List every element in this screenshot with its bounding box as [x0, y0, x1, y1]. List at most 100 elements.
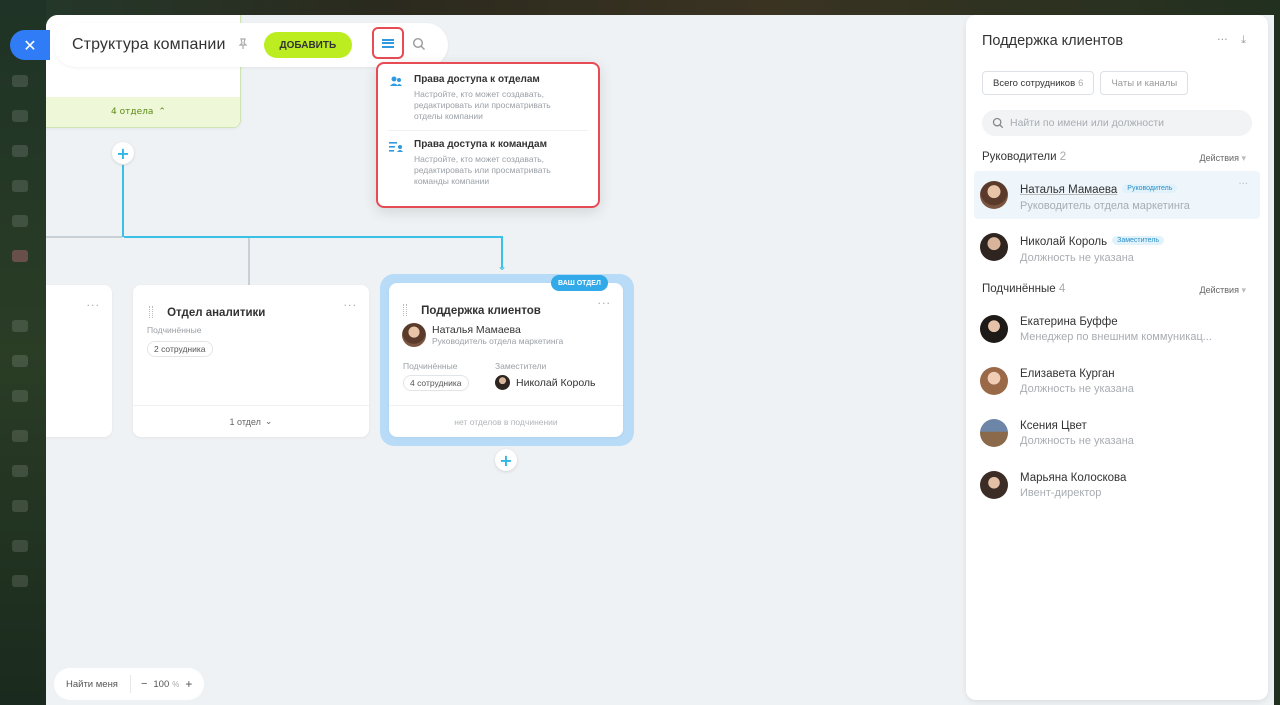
more-icon[interactable]: ···	[87, 299, 101, 312]
zoom-out-button[interactable]: −	[141, 678, 147, 690]
hamburger-icon	[382, 37, 394, 49]
more-icon[interactable]: ···	[1238, 179, 1248, 190]
sidebar-icon[interactable]	[12, 215, 28, 227]
card-footer[interactable]: 1 отдел ⌄	[133, 405, 369, 437]
department-title: Поддержка клиентов	[421, 305, 541, 317]
connector-line	[124, 236, 501, 238]
department-card-support[interactable]: Поддержка клиентов ··· Наталья Мамаева Р…	[389, 283, 623, 437]
employee-search-input[interactable]: Найти по имени или должности	[982, 110, 1252, 136]
list-item[interactable]: Екатерина Буффе Менеджер по внешним комм…	[974, 305, 1260, 353]
drag-handle-icon[interactable]	[149, 305, 153, 318]
list-item[interactable]: Ксения Цвет Должность не указана	[974, 409, 1260, 457]
actions-label: Действия	[1199, 153, 1239, 163]
bottom-controls: Найти меня − 100 % +	[54, 668, 204, 700]
card-footer: нет отделов в подчинении	[389, 405, 623, 437]
sidebar-icon[interactable]	[12, 110, 28, 122]
tab-chats[interactable]: Чаты и каналы	[1100, 71, 1189, 95]
sidebar-icon[interactable]	[12, 430, 28, 442]
sidebar-icon[interactable]	[12, 500, 28, 512]
search-placeholder: Найти по имени или должности	[1010, 117, 1165, 129]
person-name[interactable]: Ксения Цвет	[1020, 420, 1235, 432]
more-icon[interactable]: ···	[344, 299, 358, 312]
subordinates-count[interactable]: 2 сотрудника	[147, 341, 213, 357]
connector-line	[248, 238, 250, 285]
deputy[interactable]: Николай Король	[495, 375, 596, 390]
tab-employees[interactable]: Всего сотрудников 6	[982, 71, 1095, 95]
list-item[interactable]: Наталья Мамаева Руководитель Руководитель…	[974, 171, 1260, 219]
list-item[interactable]: Елизавета Курган Должность не указана	[974, 357, 1260, 405]
find-me-button[interactable]: Найти меня	[54, 675, 131, 693]
arrow-down-icon: ⌄	[496, 259, 508, 273]
department-card-analytics[interactable]: Отдел аналитики ··· Подчинённые 2 сотруд…	[133, 285, 369, 437]
chevron-up-icon: ⌃	[158, 107, 166, 117]
search-icon[interactable]	[412, 37, 426, 51]
managers-actions-dropdown[interactable]: Действия ▾	[1200, 153, 1246, 164]
connector-line	[46, 236, 122, 238]
add-department-button[interactable]: +	[112, 142, 134, 164]
subordinates-count[interactable]: 4 сотрудника	[403, 375, 469, 391]
department-card-partial[interactable]: ···	[46, 285, 112, 437]
menu-item-title: Права доступа к отделам	[414, 74, 540, 85]
actions-label: Действия	[1199, 285, 1239, 295]
person-name[interactable]: Марьяна Колоскова	[1020, 472, 1235, 484]
menu-button[interactable]	[372, 27, 404, 59]
chevron-down-icon: ⌄	[264, 416, 273, 426]
department-head[interactable]: Наталья Мамаева Руководитель отдела марк…	[402, 323, 563, 347]
page-title: Структура компании	[72, 36, 226, 53]
sidebar-icon[interactable]	[12, 250, 28, 262]
list-item[interactable]: Николай Король Заместитель Должность не у…	[974, 223, 1260, 271]
team-list-icon	[389, 142, 403, 152]
menu-item-team-access[interactable]: Права доступа к командам Настройте, кто …	[388, 130, 588, 195]
pin-icon[interactable]	[236, 37, 252, 53]
left-sidebar	[0, 0, 46, 705]
subordinates-heading: Подчинённые 4	[982, 283, 1065, 295]
managers-heading: Руководители 2	[982, 151, 1066, 163]
access-rights-menu: Права доступа к отделам Настройте, кто м…	[376, 62, 600, 208]
menu-item-title: Права доступа к командам	[414, 139, 547, 150]
head-name: Наталья Мамаева	[432, 324, 521, 336]
more-icon[interactable]: ···	[598, 297, 612, 310]
person-name[interactable]: Наталья Мамаева	[1020, 184, 1117, 196]
deputy-name: Николай Король	[516, 376, 596, 389]
your-department-badge: ВАШ ОТДЕЛ	[551, 275, 608, 291]
drag-handle-icon[interactable]	[403, 303, 407, 316]
parent-card-footer[interactable]: 4 отдела ⌃	[46, 97, 240, 127]
list-item[interactable]: Марьяна Колоскова Ивент-директор	[974, 461, 1260, 509]
sidebar-icon[interactable]	[12, 575, 28, 587]
add-button[interactable]: ДОБАВИТЬ	[263, 32, 353, 58]
avatar	[980, 315, 1008, 343]
add-department-button[interactable]: +	[495, 449, 517, 471]
subordinates-label: Подчинённые	[147, 325, 202, 335]
person-name[interactable]: Екатерина Буффе	[1020, 316, 1235, 328]
subordinates-actions-dropdown[interactable]: Действия ▾	[1200, 285, 1246, 296]
collapse-icon[interactable]: ⤓	[1241, 33, 1246, 46]
sidebar-icon[interactable]	[12, 465, 28, 477]
person-name[interactable]: Елизавета Курган	[1020, 368, 1235, 380]
subordinates-label: Подчинённые	[403, 361, 458, 371]
sidebar-icon[interactable]	[12, 540, 28, 552]
section-count: 2	[1059, 151, 1067, 163]
tab-label: Всего сотрудников	[993, 77, 1076, 89]
close-slider-button[interactable]: ✕	[10, 30, 50, 60]
zoom-in-button[interactable]: +	[185, 677, 192, 691]
menu-item-desc: Настройте, кто может создавать, редактир…	[414, 89, 551, 121]
person-name[interactable]: Николай Король	[1020, 236, 1107, 248]
chevron-down-icon: ▾	[1241, 285, 1246, 295]
menu-item-department-access[interactable]: Права доступа к отделам Настройте, кто м…	[388, 74, 588, 130]
sub-departments-count: 4 отдела	[111, 107, 154, 117]
plus-icon: +	[116, 143, 130, 163]
sidebar-icon[interactable]	[12, 145, 28, 157]
sidebar-icon[interactable]	[12, 75, 28, 87]
department-title: Отдел аналитики	[167, 307, 266, 319]
sidebar-icon[interactable]	[12, 320, 28, 332]
connector-line	[122, 165, 124, 237]
avatar	[402, 323, 426, 347]
person-role: Должность не указана	[1020, 382, 1134, 395]
sidebar-icon[interactable]	[12, 390, 28, 402]
person-role: Должность не указана	[1020, 434, 1134, 447]
person-role: Должность не указана	[1020, 252, 1134, 264]
sidebar-icon[interactable]	[12, 180, 28, 192]
more-icon[interactable]: ···	[1217, 33, 1228, 46]
tab-count: 6	[1078, 77, 1084, 89]
sidebar-icon[interactable]	[12, 355, 28, 367]
